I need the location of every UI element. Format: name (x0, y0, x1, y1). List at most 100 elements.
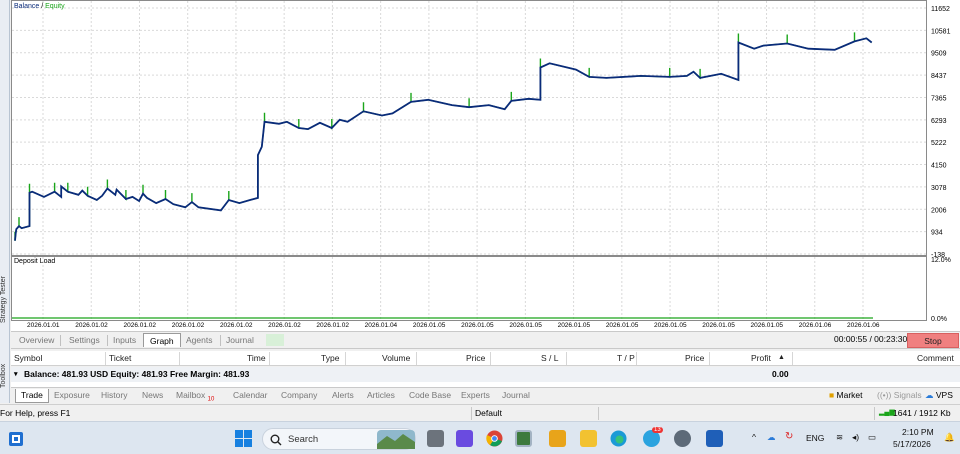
market-button[interactable]: ■ Market (829, 389, 863, 403)
start-icon[interactable] (235, 430, 252, 447)
y-tick-label: 11652 (931, 6, 950, 13)
load-tick-label: 12.0% (931, 257, 951, 264)
tab-graph[interactable]: Graph (143, 333, 181, 347)
meet-icon[interactable] (456, 430, 473, 447)
x-tick-label: 2026.01.05 (509, 322, 542, 329)
tab-trade[interactable]: Trade (15, 389, 49, 403)
x-tick-label: 2026.01.05 (413, 322, 446, 329)
strategy-tester-label[interactable]: Strategy Tester (0, 260, 10, 340)
x-tick-label: 2026.01.02 (316, 322, 349, 329)
tab-journal-toolbox[interactable]: Journal (502, 389, 530, 403)
settings-gear-icon[interactable] (674, 430, 691, 447)
tab-mailbox[interactable]: Mailbox 10 (176, 389, 214, 403)
main-pane-frame (11, 0, 927, 256)
clock-time[interactable]: 2:10 PM (902, 427, 934, 437)
taskbar-search[interactable]: Search (262, 428, 416, 450)
bag-icon: ■ (829, 390, 835, 400)
tab-articles[interactable]: Articles (367, 389, 395, 403)
refresh-tray-icon[interactable]: ↻ (785, 431, 793, 442)
file-explorer-icon[interactable] (580, 430, 597, 447)
app-window-icon[interactable] (706, 430, 723, 447)
balance-summary-row[interactable]: ▾ Balance: 481.93 USD Equity: 481.93 Fre… (11, 367, 960, 382)
telegram-badge: 13 (652, 427, 663, 433)
search-highlight-image (377, 430, 415, 449)
mailbox-badge: 10 (207, 396, 215, 403)
x-tick-label: 2026.01.02 (220, 322, 253, 329)
tester-graph: 11652 10581 9509 8437 7365 6293 5222 4150 3078 20… (11, 0, 960, 331)
tester-tabbar: Overview Settings Inputs Graph Agents Jo… (11, 331, 960, 349)
x-tick-label: 2026.01.05 (751, 322, 784, 329)
col-price-current[interactable]: Price (685, 353, 704, 363)
vps-label: VPS (935, 390, 953, 400)
tab-overview[interactable]: Overview (13, 333, 60, 347)
task-view-icon[interactable] (427, 430, 444, 447)
help-text: For Help, press F1 (0, 408, 71, 418)
signals-button[interactable]: ((•)) Signals (877, 389, 922, 403)
x-tick-label: 2026.01.06 (847, 322, 880, 329)
x-tick-label: 2026.01.05 (558, 322, 591, 329)
traffic-counter: 1641 / 1912 Kb (893, 408, 951, 418)
volume-icon[interactable]: ◂) (852, 432, 859, 443)
y-tick-label: 8437 (931, 73, 947, 80)
tab-settings[interactable]: Settings (63, 333, 106, 347)
x-tick-label: 2026.01.02 (123, 322, 156, 329)
deposit-load-title: Deposit Load (14, 258, 56, 265)
market-label: Market (836, 390, 863, 400)
tab-history[interactable]: History (101, 389, 127, 403)
language-indicator[interactable]: ENG (806, 433, 824, 443)
col-symbol[interactable]: Symbol (14, 353, 42, 363)
col-type[interactable]: Type (321, 353, 339, 363)
chart-series-label: Balance / Equity (14, 3, 65, 10)
sticky-notes-icon[interactable] (549, 430, 566, 447)
notification-icon[interactable] (8, 431, 24, 447)
metatrader-icon[interactable] (515, 430, 532, 447)
signals-icon: ((•)) (877, 390, 892, 400)
x-tick-label: 2026.01.01 (27, 322, 60, 329)
chrome-icon[interactable] (486, 430, 503, 447)
progress-indicator (266, 334, 284, 346)
y-tick-label: 6293 (931, 118, 947, 125)
col-volume[interactable]: Volume (382, 353, 410, 363)
x-tick-label: 2026.01.02 (268, 322, 301, 329)
tab-code-base[interactable]: Code Base (409, 389, 451, 403)
col-time[interactable]: Time (247, 353, 266, 363)
balance-legend: Balance (14, 3, 40, 10)
edge-icon[interactable] (610, 430, 627, 447)
tab-alerts[interactable]: Alerts (332, 389, 354, 403)
vps-button[interactable]: ☁ VPS (925, 389, 953, 403)
col-ticket[interactable]: Ticket (109, 353, 131, 363)
search-icon (270, 434, 282, 446)
y-tick-label: 3078 (931, 185, 947, 192)
tab-exposure[interactable]: Exposure (54, 389, 90, 403)
notifications-bell-icon[interactable]: 🔔 (944, 432, 955, 443)
tab-calendar[interactable]: Calendar (233, 389, 268, 403)
tab-journal[interactable]: Journal (220, 333, 260, 347)
sort-asc-icon[interactable]: ▲ (778, 354, 785, 361)
tab-company[interactable]: Company (281, 389, 317, 403)
tab-inputs[interactable]: Inputs (107, 333, 142, 347)
row-marker-icon: ▾ (14, 371, 18, 378)
x-tick-label: 2026.01.05 (606, 322, 639, 329)
tray-chevron-up-icon[interactable]: ^ (752, 432, 756, 442)
toolbox-label[interactable]: Toolbox (0, 352, 10, 400)
tab-news[interactable]: News (142, 389, 163, 403)
left-side-strip: Strategy Tester Toolbox (0, 0, 10, 403)
tab-experts[interactable]: Experts (461, 389, 490, 403)
col-comment[interactable]: Comment (917, 353, 954, 363)
search-placeholder: Search (288, 434, 319, 445)
stop-button[interactable]: Stop (907, 333, 959, 348)
clock-date[interactable]: 5/17/2026 (893, 439, 931, 449)
col-tp[interactable]: T / P (617, 353, 635, 363)
cloud-icon: ☁ (925, 390, 934, 400)
cloud-tray-icon[interactable]: ☁ (767, 432, 776, 443)
elapsed-timer: 00:00:55 / 00:23:30 (834, 334, 908, 344)
col-price[interactable]: Price (466, 353, 485, 363)
col-profit[interactable]: Profit (751, 353, 771, 363)
battery-icon[interactable]: ▭ (868, 432, 876, 443)
status-bar: For Help, press F1 Default ▂▄▆ 1641 / 19… (0, 404, 960, 421)
wifi-icon[interactable]: ≋ (836, 432, 843, 443)
x-tick-label: 2026.01.05 (654, 322, 687, 329)
y-tick-label: 2006 (931, 207, 947, 214)
col-sl[interactable]: S / L (541, 353, 558, 363)
tab-agents[interactable]: Agents (180, 333, 218, 347)
